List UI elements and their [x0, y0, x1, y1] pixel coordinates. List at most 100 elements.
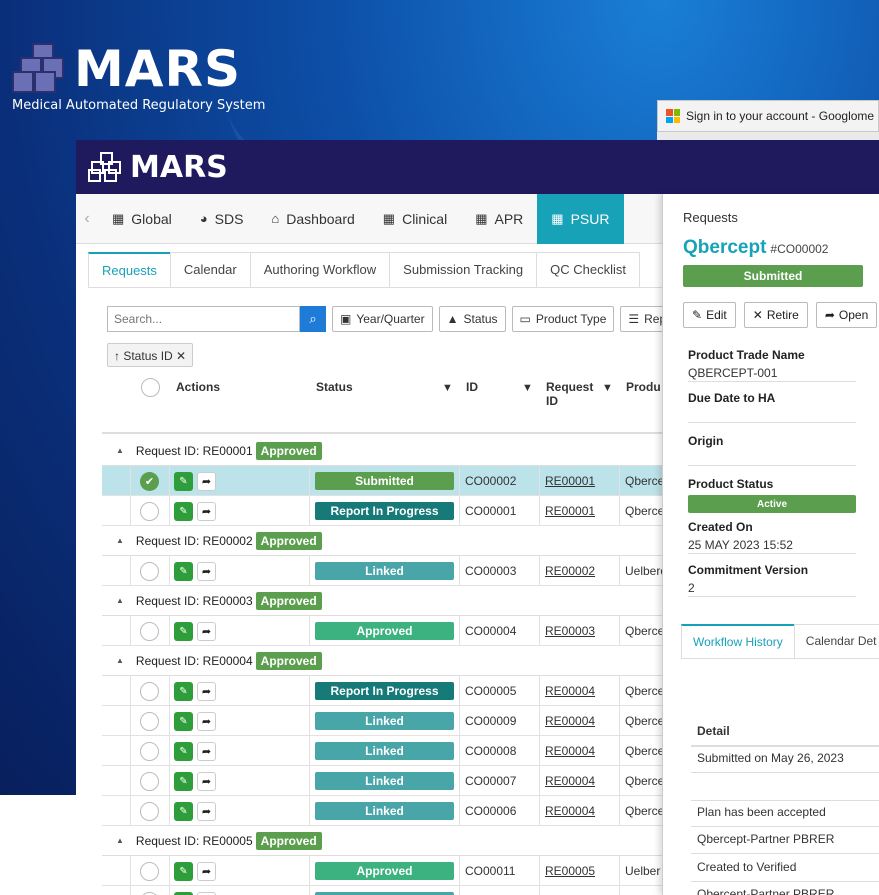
column-header-product[interactable]: Produ — [626, 380, 661, 394]
row-select-radio[interactable] — [140, 681, 159, 701]
share-icon[interactable]: ➦ — [197, 711, 216, 731]
group-row[interactable]: ▲ Request ID: RE00005 Approved — [102, 826, 662, 856]
table-row[interactable]: ✎ ➦ Approved CO00004 RE00003 Qberce — [102, 616, 664, 646]
nav-item-clinical[interactable]: ▦ Clinical — [369, 194, 461, 244]
nav-item-global[interactable]: ▦ Global — [98, 194, 186, 244]
table-row[interactable]: ✎ ➦ Linked CO00003 RE00002 Uelbero — [102, 556, 667, 586]
status-button[interactable]: ▲ Status — [438, 306, 506, 332]
request-id-link[interactable]: RE00001 — [545, 496, 595, 526]
table-row[interactable]: ✎ ➦ Report In Progress CO00005 RE00004 Qberce — [102, 676, 664, 706]
collapse-triangle-icon[interactable]: ▲ — [116, 656, 124, 665]
tab-authoring-workflow[interactable]: Authoring Workflow — [249, 252, 391, 287]
request-id-link[interactable]: RE00004 — [545, 796, 595, 826]
share-icon[interactable]: ➦ — [197, 801, 216, 821]
browser-popup-title[interactable]: Sign in to your account - Googlome — [657, 100, 879, 132]
row-select-radio[interactable] — [140, 891, 159, 895]
share-icon[interactable]: ➦ — [197, 621, 216, 641]
collapse-triangle-icon[interactable]: ▲ — [116, 596, 124, 605]
table-row[interactable]: ✔ ✎ ➦ Submitted CO00002 RE00001 Qberce — [102, 466, 664, 496]
nav-item-sds[interactable]: ◕ SDS — [186, 194, 258, 244]
request-id-link[interactable]: RE00005 — [545, 856, 595, 886]
row-select-radio[interactable] — [140, 711, 159, 731]
group-row[interactable]: ▲ Request ID: RE00003 Approved — [102, 586, 662, 616]
filter-icon[interactable]: ▼ — [522, 382, 533, 394]
comment-icon[interactable]: ✎ — [174, 771, 193, 791]
share-icon[interactable]: ➦ — [197, 681, 216, 701]
group-row[interactable]: ▲ Request ID: RE00001 Approved — [102, 436, 662, 466]
product-type-button[interactable]: ▭ Product Type — [511, 306, 615, 332]
row-select-radio[interactable] — [140, 801, 159, 821]
row-select-radio[interactable] — [140, 861, 159, 881]
row-select-radio[interactable] — [140, 561, 159, 581]
share-icon[interactable]: ➦ — [197, 891, 216, 895]
edit-button[interactable]: ✎ Edit — [683, 302, 736, 328]
tab-submission-tracking[interactable]: Submission Tracking — [389, 252, 538, 287]
group-row[interactable]: ▲ Request ID: RE00004 Approved — [102, 646, 662, 676]
table-row[interactable]: ✎➦LinkedCO00010RE00005Uelber — [102, 886, 662, 895]
search-input[interactable] — [107, 306, 300, 332]
column-header-request-id[interactable]: Request ID — [546, 380, 593, 408]
collapse-triangle-icon[interactable]: ▲ — [116, 446, 124, 455]
row-select-radio[interactable] — [140, 621, 159, 641]
row-select-radio[interactable] — [140, 771, 159, 791]
comment-icon[interactable]: ✎ — [174, 501, 193, 521]
column-header-status[interactable]: Status — [316, 380, 353, 394]
column-header-id[interactable]: ID — [466, 380, 478, 394]
tab-requests[interactable]: Requests — [88, 252, 171, 287]
collapse-triangle-icon[interactable]: ▲ — [116, 836, 124, 845]
status-cell: Linked — [315, 706, 454, 736]
comment-icon[interactable]: ✎ — [174, 561, 193, 581]
comment-icon[interactable]: ✎ — [174, 681, 193, 701]
collapse-triangle-icon[interactable]: ▲ — [116, 536, 124, 545]
group-row[interactable]: ▲ Request ID: RE00002 Approved — [102, 526, 662, 556]
comment-icon[interactable]: ✎ — [174, 741, 193, 761]
retire-button[interactable]: ✕ Retire — [743, 302, 808, 328]
request-id-link[interactable]: RE00003 — [545, 616, 595, 646]
table-row[interactable]: ✎ ➦ Linked CO00007 RE00004 Qberce — [102, 766, 664, 796]
comment-icon[interactable]: ✎ — [174, 891, 193, 895]
share-icon[interactable]: ➦ — [197, 771, 216, 791]
table-row[interactable]: ✎ ➦ Linked CO00009 RE00004 Qberce — [102, 706, 664, 736]
share-icon[interactable]: ➦ — [197, 741, 216, 761]
tab-calendar-details[interactable]: Calendar Det — [793, 624, 879, 658]
comment-icon[interactable]: ✎ — [174, 711, 193, 731]
table-row[interactable]: ✎ ➦ Linked CO00008 RE00004 Qberce — [102, 736, 664, 766]
filter-icon[interactable]: ▼ — [442, 382, 453, 394]
request-id-link[interactable]: RE00004 — [545, 736, 595, 766]
status-id-group-chip[interactable]: ↑ Status ID ✕ — [107, 343, 194, 367]
request-id-link[interactable]: RE00005 — [545, 886, 595, 895]
year-quarter-button[interactable]: ▣ Year/Quarter — [332, 306, 433, 332]
close-icon[interactable]: ✕ — [176, 349, 186, 363]
tab-qc-checklist[interactable]: QC Checklist — [536, 252, 640, 287]
request-id-link[interactable]: RE00004 — [545, 706, 595, 736]
chevron-left-icon[interactable]: ‹ — [76, 210, 98, 228]
comment-icon[interactable]: ✎ — [174, 621, 193, 641]
table-row[interactable]: ✎ ➦ Report In Progress CO00001 RE00001 Qberce — [102, 496, 664, 526]
comment-icon[interactable]: ✎ — [174, 471, 193, 491]
nav-item-apr[interactable]: ▦ APR — [461, 194, 537, 244]
request-id-link[interactable]: RE00001 — [545, 466, 595, 496]
row-select-radio[interactable] — [140, 501, 159, 521]
row-select-radio[interactable] — [140, 741, 159, 761]
nav-item-dashboard[interactable]: ⌂ Dashboard — [257, 194, 368, 244]
search-button[interactable]: ⌕ — [300, 306, 326, 332]
share-icon[interactable]: ➦ — [197, 561, 216, 581]
request-id-link[interactable]: RE00004 — [545, 766, 595, 796]
table-row[interactable]: ✎ ➦ Approved CO00011 RE00005 Uelber — [102, 856, 662, 886]
comment-icon[interactable]: ✎ — [174, 861, 193, 881]
request-id-link[interactable]: RE00004 — [545, 676, 595, 706]
nav-item-psur[interactable]: ▦ PSUR — [537, 193, 624, 244]
filter-icon[interactable]: ▼ — [602, 382, 613, 394]
share-icon[interactable]: ➦ — [197, 861, 216, 881]
request-id-link[interactable]: RE00002 — [545, 556, 595, 586]
open-button[interactable]: ➦ Open — [815, 302, 878, 328]
comment-icon[interactable]: ✎ — [174, 801, 193, 821]
history-item — [691, 773, 879, 801]
share-icon[interactable]: ➦ — [197, 471, 216, 491]
check-icon[interactable]: ✔ — [140, 471, 159, 491]
tab-workflow-history[interactable]: Workflow History — [681, 624, 795, 658]
table-row[interactable]: ✎ ➦ Linked CO00006 RE00004 Qberce — [102, 796, 664, 826]
tab-calendar[interactable]: Calendar — [169, 252, 251, 287]
select-all-radio[interactable] — [141, 378, 160, 397]
share-icon[interactable]: ➦ — [197, 501, 216, 521]
